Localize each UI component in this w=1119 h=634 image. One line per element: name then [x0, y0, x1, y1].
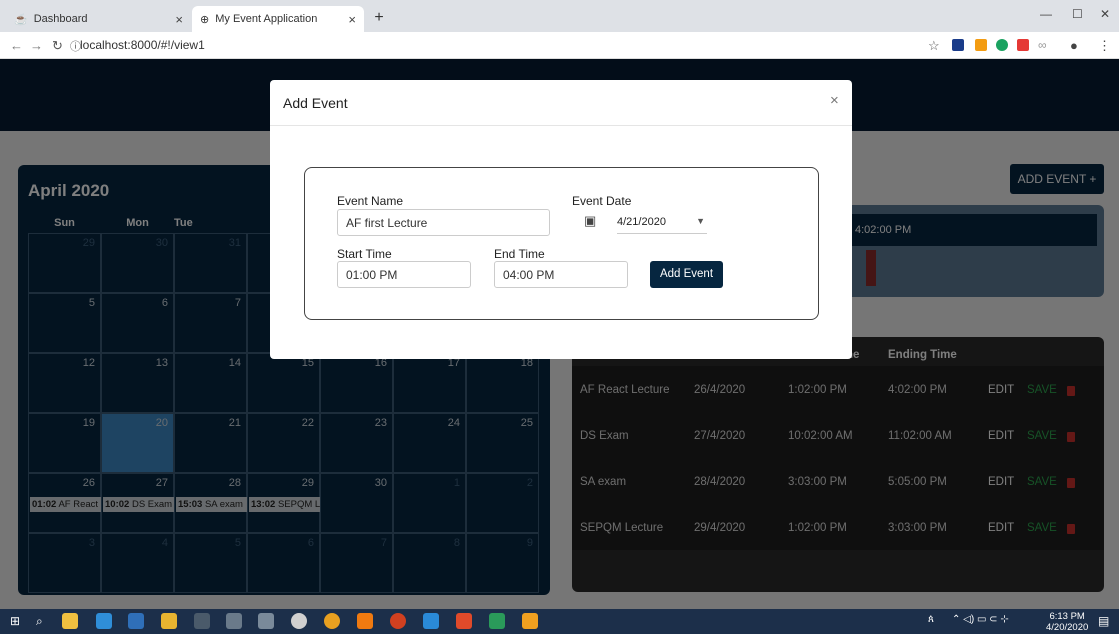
- maximize-icon[interactable]: ☐: [1072, 7, 1083, 21]
- profile-icon[interactable]: ●: [1070, 38, 1078, 53]
- clock[interactable]: 6:13 PM 4/20/2020: [1046, 611, 1088, 633]
- chevron-down-icon: ▼: [696, 216, 705, 226]
- tab-my-event-application[interactable]: ⊕ My Event Application ×: [192, 6, 364, 32]
- calendar-icon[interactable]: ▣: [584, 213, 596, 229]
- bookmark-star-icon[interactable]: ☆: [928, 38, 940, 54]
- tab-title: My Event Application: [215, 13, 318, 25]
- app-icon[interactable]: [226, 613, 242, 629]
- end-time-label: End Time: [494, 247, 545, 261]
- modal-divider: [270, 125, 852, 126]
- extension-icon[interactable]: [975, 39, 987, 51]
- tab-title: Dashboard: [33, 13, 88, 25]
- reload-icon[interactable]: ↻: [52, 38, 63, 54]
- clock-date: 4/20/2020: [1046, 622, 1089, 633]
- edge-icon[interactable]: [96, 613, 112, 629]
- clock-time: 6:13 PM: [1049, 611, 1085, 622]
- globe-icon: ⊕: [200, 13, 210, 26]
- file-explorer-icon[interactable]: [161, 613, 177, 629]
- event-date-label: Event Date: [572, 194, 632, 208]
- extension-icon[interactable]: [952, 39, 964, 51]
- event-name-input[interactable]: AF first Lecture: [337, 209, 550, 236]
- infinity-icon[interactable]: ∞: [1038, 38, 1047, 52]
- terminal-icon[interactable]: [194, 613, 210, 629]
- mail-icon[interactable]: [128, 613, 144, 629]
- xampp-icon[interactable]: [456, 613, 472, 629]
- modal-close-icon[interactable]: ×: [830, 92, 839, 109]
- minimize-icon[interactable]: —: [1040, 7, 1052, 21]
- tab-close-icon[interactable]: ×: [348, 12, 356, 27]
- new-tab-button[interactable]: +: [368, 9, 390, 29]
- store-icon[interactable]: [62, 613, 78, 629]
- forward-icon[interactable]: →: [30, 38, 43, 53]
- media-icon[interactable]: [291, 613, 307, 629]
- add-event-submit-button[interactable]: Add Event: [650, 261, 723, 288]
- powerpoint-icon[interactable]: [390, 613, 406, 629]
- tab-close-icon[interactable]: ×: [175, 12, 183, 27]
- tray-icons[interactable]: ⌃ ◁) ▭ ⊂ ⊹: [952, 614, 1009, 625]
- vscode-icon[interactable]: [423, 613, 439, 629]
- tab-dashboard[interactable]: ☕ Dashboard ×: [6, 6, 191, 32]
- modal-title: Add Event: [283, 95, 348, 111]
- event-name-label: Event Name: [337, 194, 404, 208]
- end-time-input[interactable]: 04:00 PM: [494, 261, 628, 288]
- chrome-icon[interactable]: [324, 613, 340, 629]
- start-icon[interactable]: ⊞: [10, 614, 20, 628]
- app-icon[interactable]: [522, 613, 538, 629]
- event-date-value: 4/21/2020: [617, 216, 666, 228]
- calculator-icon[interactable]: [258, 613, 274, 629]
- search-icon[interactable]: ⌕: [36, 614, 43, 629]
- favicon-icon: ☕: [14, 13, 28, 26]
- start-time-label: Start Time: [337, 247, 392, 261]
- event-form: [304, 167, 819, 320]
- grammarly-icon[interactable]: [996, 39, 1008, 51]
- start-time-input[interactable]: 01:00 PM: [337, 261, 471, 288]
- app-icon[interactable]: [489, 613, 505, 629]
- notification-icon[interactable]: ▤: [1098, 614, 1109, 628]
- back-icon[interactable]: ←: [10, 38, 23, 53]
- url-text[interactable]: localhost:8000/#!/view1: [80, 38, 205, 52]
- people-icon[interactable]: ጰ: [928, 614, 934, 625]
- vlc-icon[interactable]: [357, 613, 373, 629]
- extension-icon[interactable]: [1017, 39, 1029, 51]
- event-date-picker[interactable]: 4/21/2020 ▼: [617, 210, 707, 234]
- menu-icon[interactable]: ⋮: [1098, 38, 1111, 54]
- window-close-icon[interactable]: ✕: [1100, 7, 1110, 21]
